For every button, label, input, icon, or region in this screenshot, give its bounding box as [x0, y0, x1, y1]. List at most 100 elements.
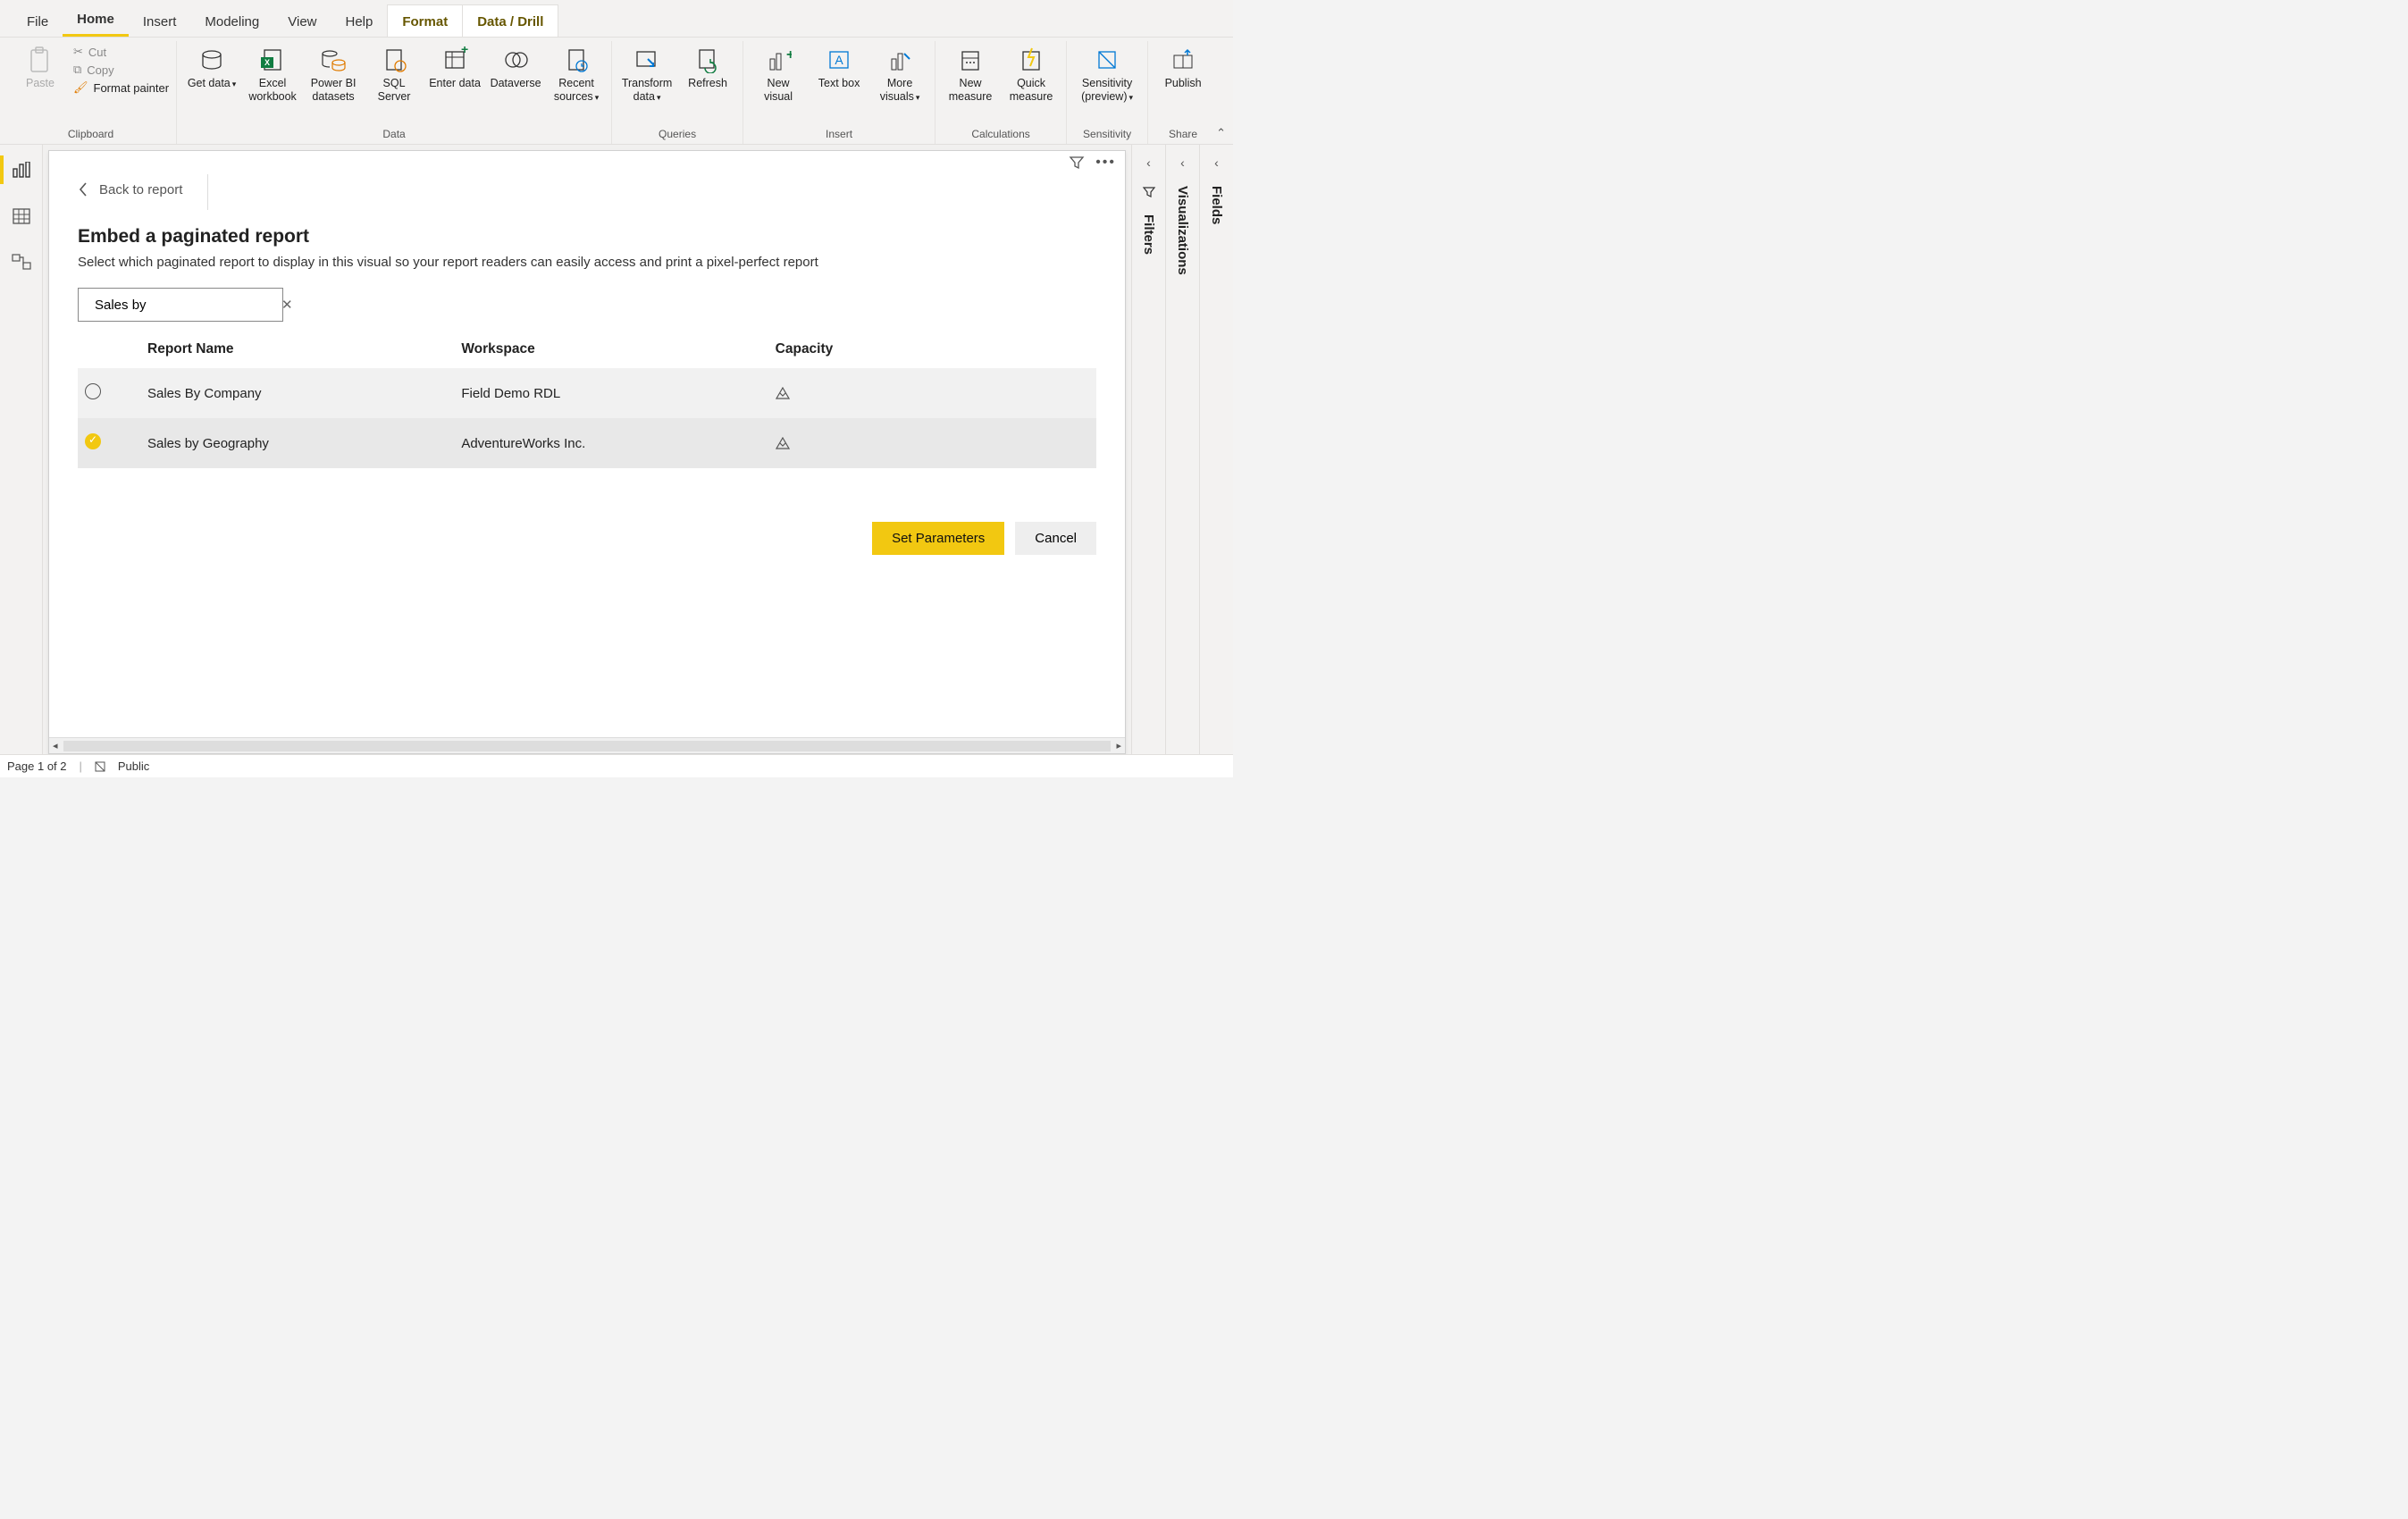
new-visual-button[interactable]: + New visual [751, 41, 806, 107]
table-row[interactable]: Sales by Geography AdventureWorks Inc. [78, 418, 1096, 468]
powerbi-datasets-icon [320, 45, 347, 75]
radio-selected[interactable] [85, 433, 101, 449]
paginated-report-visual[interactable]: ••• Back to report Embed a paginated rep… [48, 150, 1126, 754]
collapse-ribbon-button[interactable]: ⌃ [1216, 126, 1226, 140]
transform-data-icon [633, 45, 660, 75]
more-visuals-icon [886, 45, 913, 75]
svg-text:+: + [786, 47, 792, 63]
page-title: Embed a paginated report [78, 226, 1096, 248]
radio-unselected[interactable] [85, 383, 101, 399]
sql-server-button[interactable]: SQL Server [366, 41, 422, 107]
copy-button[interactable]: ⧉Copy [73, 63, 114, 77]
new-measure-icon [957, 45, 984, 75]
recent-sources-button[interactable]: Recent sources▾ [549, 41, 604, 107]
refresh-icon [694, 45, 721, 75]
chevron-down-icon: ▾ [657, 93, 661, 102]
ribbon-group-calculations: New measure Quick measure Calculations [936, 41, 1067, 144]
sensitivity-button[interactable]: Sensitivity (preview)▾ [1074, 41, 1140, 107]
scroll-left-icon[interactable]: ◂ [53, 740, 58, 751]
menu-file[interactable]: File [13, 5, 63, 37]
filters-label: Filters [1141, 214, 1156, 255]
back-label: Back to report [99, 182, 182, 197]
chevron-left-icon [78, 181, 88, 197]
excel-workbook-button[interactable]: X Excel workbook [245, 41, 300, 107]
sql-server-icon [381, 45, 407, 75]
ribbon: Paste ✂Cut ⧉Copy 🖌Format painter Clipboa… [0, 38, 1233, 145]
quick-measure-icon [1018, 45, 1045, 75]
menu-modeling[interactable]: Modeling [190, 5, 273, 37]
ribbon-group-queries: Transform data▾ Refresh Queries [612, 41, 743, 144]
search-input[interactable] [93, 297, 274, 314]
clipboard-group-label: Clipboard [68, 126, 113, 144]
chevron-down-icon: ▾ [1129, 93, 1134, 102]
menu-data-drill[interactable]: Data / Drill [462, 4, 558, 37]
visualizations-pane[interactable]: ‹ Visualizations [1165, 145, 1199, 754]
format-painter-button[interactable]: 🖌Format painter [73, 80, 169, 95]
insert-group-label: Insert [826, 126, 852, 144]
new-measure-button[interactable]: New measure [943, 41, 998, 107]
reports-table: Report Name Workspace Capacity Sales By … [78, 341, 1096, 468]
chevron-down-icon: ▾ [595, 93, 600, 102]
new-visual-icon: + [765, 45, 792, 75]
set-parameters-button[interactable]: Set Parameters [872, 522, 1004, 555]
report-view-button[interactable] [0, 152, 43, 188]
filters-pane-icon [1142, 186, 1156, 198]
chevron-left-icon[interactable]: ‹ [1180, 155, 1185, 170]
right-panes: ‹ Filters ‹ Visualizations ‹ Fields [1131, 145, 1233, 754]
enter-data-button[interactable]: + Enter data [427, 41, 482, 94]
queries-group-label: Queries [659, 126, 696, 144]
sensitivity-status[interactable]: Public [118, 760, 149, 773]
scroll-right-icon[interactable]: ▸ [1116, 740, 1121, 751]
cancel-button[interactable]: Cancel [1015, 522, 1096, 555]
cell-workspace: AdventureWorks Inc. [461, 436, 775, 451]
sensitivity-status-icon [95, 761, 105, 772]
menu-format[interactable]: Format [387, 4, 463, 37]
dataverse-button[interactable]: Dataverse [488, 41, 543, 94]
col-capacity: Capacity [776, 341, 1089, 357]
data-group-label: Data [382, 126, 405, 144]
col-workspace: Workspace [461, 341, 775, 357]
model-view-button[interactable] [0, 245, 43, 281]
view-rail [0, 145, 43, 754]
paste-button[interactable]: Paste [13, 41, 68, 94]
publish-button[interactable]: Publish [1155, 41, 1211, 94]
chevron-down-icon: ▾ [916, 93, 920, 102]
search-box[interactable]: ✕ [78, 288, 283, 322]
cut-button[interactable]: ✂Cut [73, 45, 106, 59]
quick-measure-button[interactable]: Quick measure [1003, 41, 1059, 107]
sensitivity-group-label: Sensitivity [1083, 126, 1131, 144]
copy-icon: ⧉ [73, 63, 81, 77]
fields-pane[interactable]: ‹ Fields [1199, 145, 1233, 754]
menu-home[interactable]: Home [63, 3, 129, 37]
page-indicator[interactable]: Page 1 of 2 [7, 760, 67, 773]
back-to-report-button[interactable]: Back to report [78, 174, 208, 210]
cell-workspace: Field Demo RDL [461, 386, 775, 401]
clear-search-button[interactable]: ✕ [281, 297, 293, 313]
ribbon-group-clipboard: Paste ✂Cut ⧉Copy 🖌Format painter Clipboa… [5, 41, 177, 144]
chevron-left-icon[interactable]: ‹ [1146, 155, 1151, 170]
transform-data-button[interactable]: Transform data▾ [619, 41, 675, 107]
get-data-button[interactable]: Get data▾ [184, 41, 239, 94]
page-subtitle: Select which paginated report to display… [78, 255, 1096, 270]
refresh-button[interactable]: Refresh [680, 41, 735, 94]
menu-view[interactable]: View [273, 5, 331, 37]
menu-help[interactable]: Help [331, 5, 388, 37]
data-view-button[interactable] [0, 198, 43, 234]
chevron-down-icon: ▾ [232, 80, 237, 88]
powerbi-datasets-button[interactable]: Power BI datasets [306, 41, 361, 107]
horizontal-scrollbar[interactable]: ◂ ▸ [49, 737, 1125, 753]
svg-text:X: X [264, 58, 270, 67]
svg-text:A: A [835, 53, 843, 67]
filter-icon[interactable] [1069, 155, 1085, 171]
text-box-button[interactable]: A Text box [811, 41, 867, 94]
menu-bar: File Home Insert Modeling View Help Form… [0, 0, 1233, 38]
more-options-icon[interactable]: ••• [1095, 155, 1116, 171]
more-visuals-button[interactable]: More visuals▾ [872, 41, 927, 107]
filters-pane[interactable]: ‹ Filters [1131, 145, 1165, 754]
status-bar: Page 1 of 2 | Public [0, 754, 1233, 777]
menu-insert[interactable]: Insert [129, 5, 191, 37]
chevron-left-icon[interactable]: ‹ [1214, 155, 1219, 170]
ribbon-group-insert: + New visual A Text box More visuals▾ [743, 41, 936, 144]
table-row[interactable]: Sales By Company Field Demo RDL [78, 368, 1096, 418]
capacity-icon [776, 437, 1089, 449]
